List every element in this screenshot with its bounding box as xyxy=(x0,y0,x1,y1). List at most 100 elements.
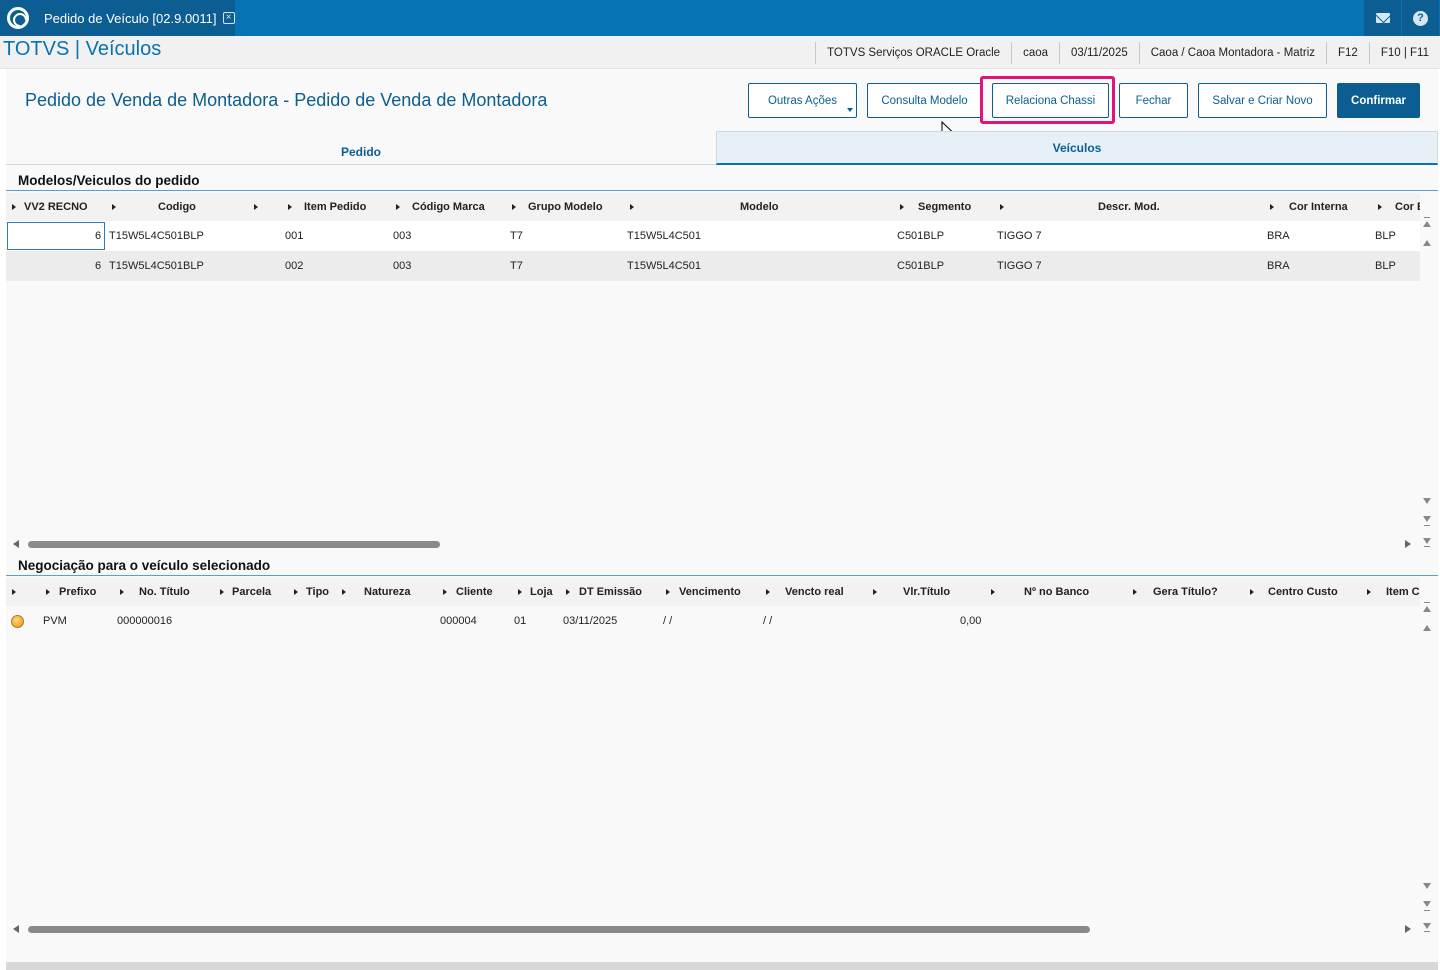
column-menu-icon[interactable] xyxy=(254,204,258,210)
scroll-left-icon[interactable] xyxy=(13,540,19,548)
salvar-criar-novo-button[interactable]: Salvar e Criar Novo xyxy=(1198,83,1327,118)
col-vlr-titulo[interactable]: Vlr.Título xyxy=(903,578,950,606)
confirmar-button[interactable]: Confirmar xyxy=(1337,83,1420,118)
table-row[interactable]: PVM 000000016 000004 01 03/11/2025 / / /… xyxy=(6,606,1420,636)
cell-descr-mod[interactable]: TIGGO 7 xyxy=(997,251,1042,281)
cell-cor-interna[interactable]: BRA xyxy=(1267,251,1290,281)
cell-item-pedido[interactable]: 001 xyxy=(285,221,303,251)
scroll-up-button[interactable] xyxy=(1422,622,1432,634)
cell-segmento[interactable]: C501BLP xyxy=(897,221,944,251)
cell-grupo-modelo[interactable]: T7 xyxy=(510,221,523,251)
status-f10-f11[interactable]: F10 | F11 xyxy=(1368,42,1440,64)
column-menu-icon[interactable] xyxy=(630,204,634,210)
cell-item-pedido[interactable]: 002 xyxy=(285,251,303,281)
fechar-button[interactable]: Fechar xyxy=(1119,83,1188,118)
column-menu-icon[interactable] xyxy=(666,589,670,595)
scroll-down-button[interactable] xyxy=(1422,880,1432,892)
col-vv2-recno[interactable]: VV2 RECNO xyxy=(24,193,88,221)
col-natureza[interactable]: Natureza xyxy=(364,578,410,606)
column-menu-icon[interactable] xyxy=(46,589,50,595)
column-menu-icon[interactable] xyxy=(112,204,116,210)
col-tipo[interactable]: Tipo xyxy=(306,578,329,606)
cell-dt-emissao[interactable]: 03/11/2025 xyxy=(563,606,617,636)
messages-button[interactable] xyxy=(1364,0,1401,36)
modelos-horizontal-scrollbar[interactable] xyxy=(6,538,1420,550)
column-menu-icon[interactable] xyxy=(396,204,400,210)
col-cor-interna[interactable]: Cor Interna xyxy=(1289,193,1348,221)
scroll-thumb[interactable] xyxy=(28,926,1090,933)
col-no-titulo[interactable]: No. Título xyxy=(139,578,190,606)
col-centro-custo[interactable]: Centro Custo xyxy=(1268,578,1338,606)
totvs-logo-icon[interactable] xyxy=(0,0,36,36)
column-menu-icon[interactable] xyxy=(518,589,522,595)
scroll-last-button[interactable] xyxy=(1422,535,1432,547)
scroll-thumb[interactable] xyxy=(28,541,440,548)
cell-codigo[interactable]: T15W5L4C501BLP xyxy=(109,221,204,251)
cell-recno[interactable]: 6 xyxy=(95,251,101,281)
negociacao-horizontal-scrollbar[interactable] xyxy=(6,923,1420,935)
column-menu-icon[interactable] xyxy=(991,589,995,595)
col-codigo[interactable]: Codigo xyxy=(158,193,196,221)
scroll-left-icon[interactable] xyxy=(13,925,19,933)
tab-pedido[interactable]: Pedido xyxy=(6,131,716,165)
col-cliente[interactable]: Cliente xyxy=(456,578,493,606)
column-menu-icon[interactable] xyxy=(342,589,346,595)
col-grupo-modelo[interactable]: Grupo Modelo xyxy=(528,193,603,221)
col-modelo[interactable]: Modelo xyxy=(740,193,779,221)
column-menu-icon[interactable] xyxy=(12,204,16,210)
table-row[interactable]: 6 T15W5L4C501BLP 001 003 T7 T15W5L4C501 … xyxy=(6,221,1420,251)
close-tab-icon[interactable]: × xyxy=(222,12,235,24)
scroll-right-icon[interactable] xyxy=(1405,540,1411,548)
scroll-top-button[interactable] xyxy=(1422,602,1432,614)
scroll-down-button[interactable] xyxy=(1422,495,1432,507)
cell-no-titulo[interactable]: 000000016 xyxy=(117,606,172,636)
status-f12[interactable]: F12 xyxy=(1326,42,1369,64)
col-descr-mod[interactable]: Descr. Mod. xyxy=(1098,193,1160,221)
cell-prefixo[interactable]: PVM xyxy=(43,606,67,636)
cell-modelo[interactable]: T15W5L4C501 xyxy=(627,221,701,251)
column-menu-icon[interactable] xyxy=(12,589,16,595)
scroll-top-button[interactable] xyxy=(1422,217,1432,229)
col-codigo-marca[interactable]: Código Marca xyxy=(412,193,485,221)
col-prefixo[interactable]: Prefixo xyxy=(59,578,96,606)
col-segmento[interactable]: Segmento xyxy=(918,193,971,221)
cell-codigo-marca[interactable]: 003 xyxy=(393,251,411,281)
cell-segmento[interactable]: C501BLP xyxy=(897,251,944,281)
cell-vlr-titulo[interactable]: 0,00 xyxy=(960,606,981,636)
cell-vencto-real[interactable]: / / xyxy=(763,606,772,636)
column-menu-icon[interactable] xyxy=(1367,589,1371,595)
col-loja[interactable]: Loja xyxy=(530,578,553,606)
cell-recno[interactable]: 6 xyxy=(95,221,101,251)
cell-vencimento[interactable]: / / xyxy=(663,606,672,636)
table-row[interactable]: 6 T15W5L4C501BLP 002 003 T7 T15W5L4C501 … xyxy=(6,251,1420,281)
col-cor-externa[interactable]: Cor E xyxy=(1395,193,1420,221)
scroll-bottom-button[interactable] xyxy=(1422,900,1432,912)
column-menu-icon[interactable] xyxy=(120,589,124,595)
cell-descr-mod[interactable]: TIGGO 7 xyxy=(997,221,1042,251)
status-company[interactable]: Caoa / Caoa Montadora - Matriz xyxy=(1138,42,1326,64)
consulta-modelo-button[interactable]: Consulta Modelo xyxy=(867,83,982,118)
column-menu-icon[interactable] xyxy=(1378,204,1382,210)
scroll-last-button[interactable] xyxy=(1422,920,1432,932)
col-no-banco[interactable]: Nº no Banco xyxy=(1024,578,1089,606)
col-dt-emissao[interactable]: DT Emissão xyxy=(579,578,642,606)
column-menu-icon[interactable] xyxy=(1270,204,1274,210)
col-vencto-real[interactable]: Vencto real xyxy=(785,578,844,606)
scroll-bottom-button[interactable] xyxy=(1422,515,1432,527)
column-menu-icon[interactable] xyxy=(294,589,298,595)
status-legend-icon[interactable] xyxy=(11,615,24,628)
column-menu-icon[interactable] xyxy=(900,204,904,210)
cell-modelo[interactable]: T15W5L4C501 xyxy=(627,251,701,281)
help-button[interactable]: ? xyxy=(1402,0,1439,36)
cell-cliente[interactable]: 000004 xyxy=(440,606,477,636)
column-menu-icon[interactable] xyxy=(512,204,516,210)
column-menu-icon[interactable] xyxy=(1133,589,1137,595)
column-menu-icon[interactable] xyxy=(766,589,770,595)
tab-veiculos[interactable]: Veículos xyxy=(716,131,1438,165)
cell-cor-externa[interactable]: BLP xyxy=(1375,221,1396,251)
col-parcela[interactable]: Parcela xyxy=(232,578,271,606)
col-gera-titulo[interactable]: Gera Título? xyxy=(1153,578,1218,606)
column-menu-icon[interactable] xyxy=(220,589,224,595)
col-item-c[interactable]: Item C xyxy=(1386,578,1420,606)
col-item-pedido[interactable]: Item Pedido xyxy=(304,193,366,221)
